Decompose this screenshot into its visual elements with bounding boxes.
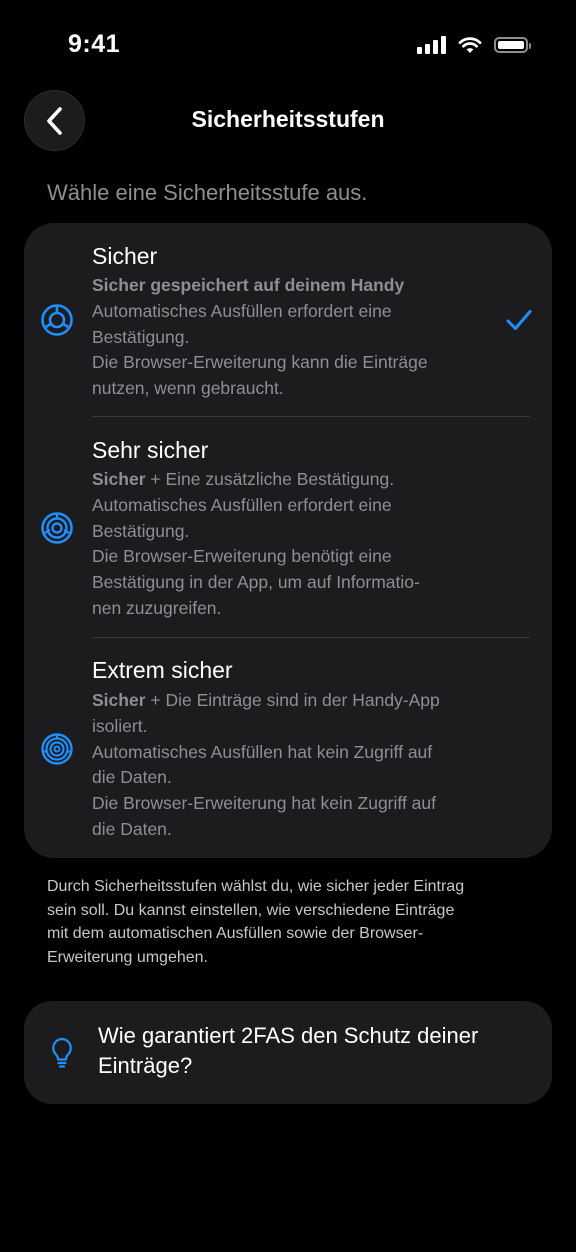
option-title: Extrem sicher: [92, 657, 233, 683]
option-description: Sicher + Die Einträge sind in der Handy-…: [92, 688, 512, 843]
option-desc-line: Bestätigung.: [92, 326, 190, 347]
option-extrem-sicher[interactable]: Extrem sicher Sicher + Die Einträge sind…: [24, 637, 552, 858]
option-desc-line: Die Browser-Erweiterung hat kein Zugriff…: [92, 793, 436, 814]
option-desc-lead: Sicher: [92, 469, 146, 489]
option-desc-lead-line: Sicher + Die Einträge sind in der Handy-…: [92, 688, 512, 714]
page-title: Sicherheitsstufen: [191, 106, 385, 132]
option-description: Sicher + Eine zusätzliche Bestätigung. A…: [92, 467, 512, 622]
section-heading: Wähle eine Sicherheitsstufe aus.: [47, 180, 368, 205]
battery-icon: [494, 37, 531, 53]
footer-note: Durch Sicherheitsstufen wählst du, wie s…: [47, 875, 537, 969]
option-desc-line: nen zuzugreifen.: [92, 597, 222, 618]
security-level-3-icon: [41, 733, 73, 765]
option-title: Sehr sicher: [92, 437, 209, 463]
info-text: Wie garantiert 2FAS den Schutz deiner Ei…: [98, 1021, 538, 1081]
cellular-signal-icon: [417, 36, 446, 54]
footer-line: sein soll. Du kannst einstellen, wie ver…: [47, 901, 455, 919]
status-icons: [417, 36, 531, 54]
option-desc-line: Automatisches Ausfüllen erfordert eine: [92, 300, 392, 321]
option-desc-line: die Daten.: [92, 818, 172, 839]
screen: 9:41 Sicherheitsstufen Wähle eine Sicher…: [0, 0, 576, 1252]
option-desc-line: die Daten.: [92, 767, 172, 788]
option-desc-lead-line: Sicher + Eine zusätzliche Bestätigung.: [92, 467, 512, 493]
footer-line: Durch Sicherheitsstufen wählst du, wie s…: [47, 878, 465, 895]
checkmark-icon: [506, 310, 532, 330]
status-time: 9:41: [68, 30, 121, 58]
option-desc-line: Automatisches Ausfüllen erfordert eine: [92, 494, 392, 515]
option-description: Sicher gespeichert auf deinem Handy Auto…: [92, 273, 512, 402]
footer-line: mit dem automatischen Ausfüllen sowie de…: [47, 925, 424, 942]
security-level-2-icon: [41, 512, 73, 544]
info-card[interactable]: Wie garantiert 2FAS den Schutz deiner Ei…: [24, 1001, 552, 1104]
info-line: Wie garantiert 2FAS den Schutz deiner: [98, 1023, 479, 1048]
footer-line: Erweiterung umgehen.: [47, 948, 208, 966]
security-level-1-icon: [41, 304, 73, 336]
option-desc-lead-line: Sicher gespeichert auf deinem Handy: [92, 273, 512, 299]
security-levels-card: Sicher Sicher gespeichert auf deinem Han…: [24, 223, 552, 858]
option-desc-lead: Sicher: [92, 690, 146, 710]
option-desc-lead-rest: + Eine zusätzliche Bestätigung.: [145, 469, 395, 489]
option-sicher[interactable]: Sicher Sicher gespeichert auf deinem Han…: [24, 223, 552, 417]
wifi-icon: [458, 37, 482, 53]
option-desc-line: Bestätigung.: [92, 520, 190, 541]
option-title: Sicher: [92, 243, 158, 269]
option-desc-line: Die Browser-Erweiterung benötigt eine: [92, 546, 392, 567]
status-bar: 9:41: [0, 0, 576, 92]
option-desc-lead: Sicher gespeichert auf deinem Handy: [92, 275, 405, 295]
option-desc-line: Automatisches Ausfüllen hat kein Zugriff…: [92, 741, 433, 762]
option-desc-lead-rest: + Die Einträge sind in der Handy-App: [145, 690, 440, 710]
lightbulb-icon: [52, 1037, 72, 1068]
option-desc-line: Bestätigung in der App, um auf Informati…: [92, 572, 420, 593]
option-desc-line: isoliert.: [92, 715, 148, 736]
option-desc-line: Die Browser-Erweiterung kann die Einträg…: [92, 352, 428, 373]
option-desc-line: nutzen, wenn gebraucht.: [92, 378, 284, 399]
info-line: Einträge?: [98, 1053, 193, 1078]
option-sehr-sicher[interactable]: Sehr sicher Sicher + Eine zusätzliche Be…: [24, 417, 552, 637]
